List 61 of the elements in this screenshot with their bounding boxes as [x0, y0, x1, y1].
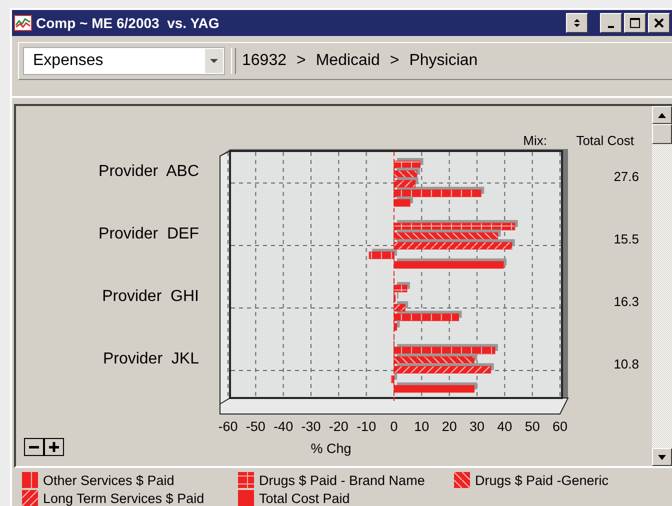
zoom-out-button[interactable] [24, 438, 44, 456]
axis-tick-label: 50 [524, 419, 540, 434]
caret-icon [209, 58, 219, 64]
bar [394, 168, 420, 178]
minimize-button[interactable] [600, 13, 622, 33]
plus-icon [49, 442, 59, 452]
category-label: Provider ABC [98, 163, 199, 180]
legend-swatch [22, 472, 38, 488]
close-button[interactable] [648, 13, 670, 33]
zoom-in-button[interactable] [44, 438, 64, 456]
axis-tick-label: 10 [414, 419, 430, 434]
minimize-icon [608, 26, 614, 28]
legend-label: Long Term Services $ Paid [43, 490, 204, 506]
category-label: Provider DEF [98, 226, 199, 242]
legend-swatch [22, 490, 38, 506]
breadcrumb-item: Medicaid [316, 52, 380, 70]
window-title: Comp ~ ME 6/2003 vs. YAG [36, 15, 220, 31]
axis-tick-label: -30 [301, 419, 321, 434]
up-arrow-icon [658, 112, 666, 118]
scroll-up-button[interactable] [652, 106, 672, 124]
axis-title: % Chg [310, 441, 352, 456]
total-cost-value: 27.6 [614, 169, 639, 184]
maximize-button[interactable] [624, 13, 646, 33]
axis-tick-label: 30 [469, 419, 485, 434]
axis-tick-label: 0 [390, 419, 398, 434]
resize-button[interactable] [566, 13, 588, 33]
breadcrumb-item: > [296, 52, 306, 70]
scroll-thumb[interactable] [652, 124, 672, 144]
vertical-scrollbar[interactable] [652, 106, 672, 466]
category-label: Provider JKL [102, 350, 199, 368]
breadcrumb-item: 16932 [242, 52, 286, 70]
legend-swatch [238, 472, 254, 488]
legend-label: Total Cost Paid [259, 490, 350, 506]
axis-tick-label: -20 [328, 419, 348, 434]
category-label: Provider GHI [102, 288, 199, 305]
legend-label: Drugs $ Paid - Brand Name [259, 472, 425, 488]
maximize-icon [630, 18, 640, 28]
axis-tick-label: 20 [442, 419, 457, 434]
mix-label: Mix: [523, 133, 547, 148]
breadcrumb-item: > [390, 52, 400, 70]
axis-tick-label: 60 [552, 419, 568, 434]
bar [394, 158, 424, 168]
legend-swatch [238, 490, 254, 506]
category-dropdown[interactable]: Expenses [23, 47, 225, 75]
axis-tick-label: -50 [246, 419, 266, 434]
column-header: Total Cost [576, 133, 634, 148]
total-cost-value: 16.3 [614, 294, 639, 309]
total-cost-value: 10.8 [614, 356, 639, 372]
legend-label: Drugs $ Paid -Generic [475, 472, 609, 488]
axis-tick-label: -60 [218, 419, 238, 434]
total-cost-value: 15.5 [614, 232, 639, 246]
down-arrow-icon [658, 454, 666, 460]
axis-tick-label: 40 [497, 419, 512, 434]
axis-tick-label: -40 [274, 419, 294, 434]
close-icon [654, 18, 664, 28]
scroll-down-button[interactable] [652, 448, 672, 466]
breadcrumb-item: Physician [409, 52, 478, 70]
chart-icon [14, 15, 32, 31]
legend-swatch [454, 472, 470, 488]
legend-label: Other Services $ Paid [43, 472, 174, 488]
axis-tick-label: -10 [356, 419, 376, 434]
